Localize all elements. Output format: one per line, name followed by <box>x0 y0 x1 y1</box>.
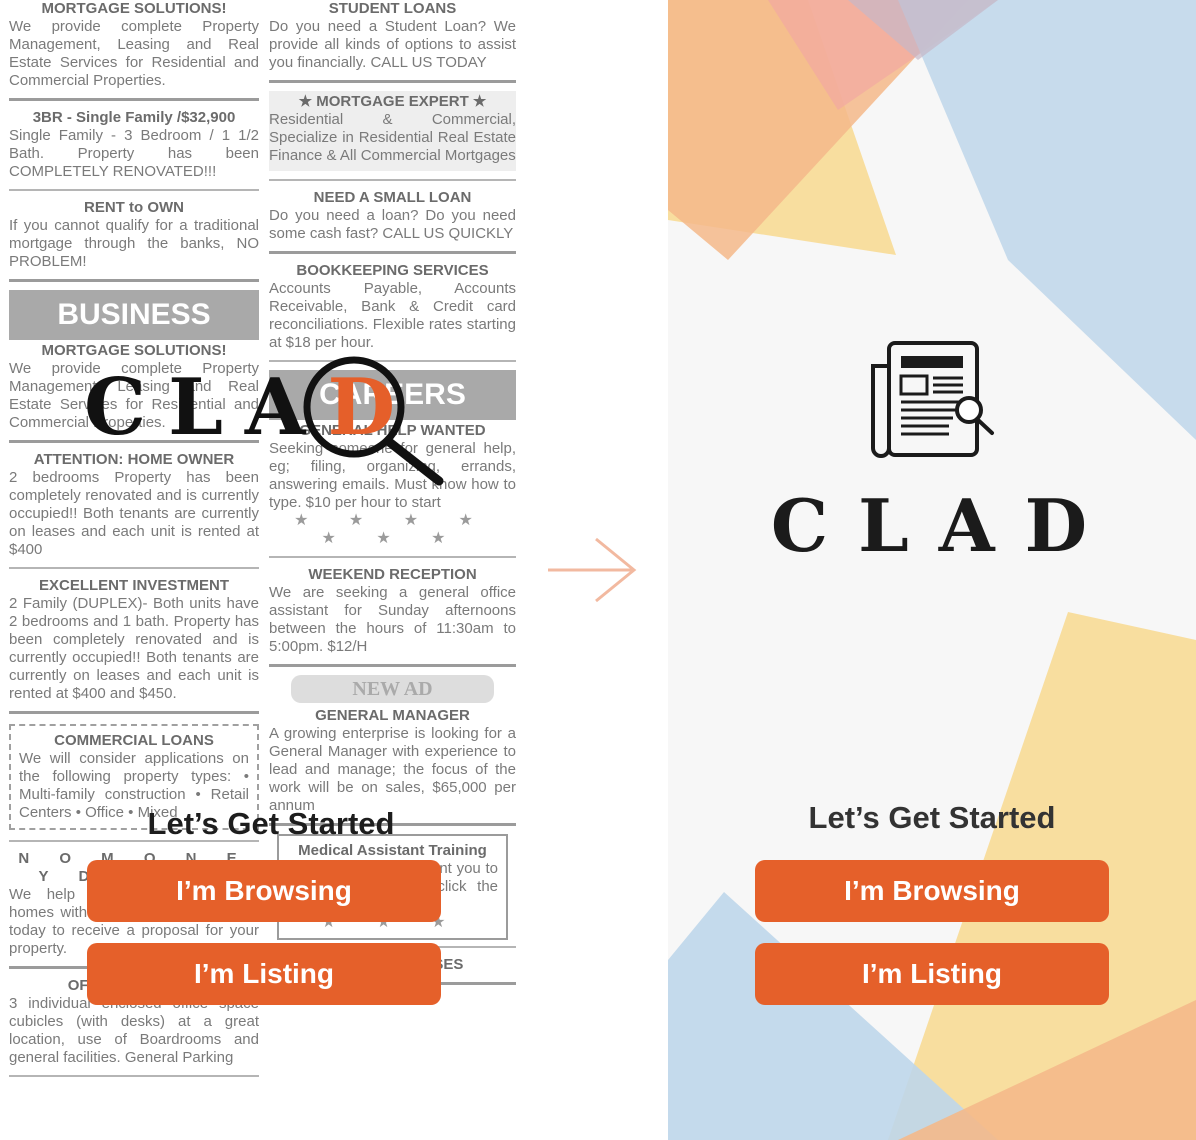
classified-ad: WEEKEND RECEPTION We are seeking a genera… <box>269 566 516 656</box>
ad-body: Residential & Commercial, Specialize in … <box>269 111 516 164</box>
ad-heading: WEEKEND RECEPTION <box>308 566 477 583</box>
ad-heading: BOOKKEEPING SERVICES <box>296 262 489 279</box>
ad-body: 2 Family (DUPLEX)- Both units have 2 bed… <box>9 595 259 702</box>
ad-body: 3 individual enclosed office space cubic… <box>9 995 259 1066</box>
divider <box>9 98 259 101</box>
divider <box>269 556 516 558</box>
section-band: BUSINESS <box>9 290 259 340</box>
classified-ad: BOOKKEEPING SERVICES Accounts Payable, Ac… <box>269 262 516 352</box>
newspaper-left-column: MORTGAGE SOLUTIONS! We provide complete P… <box>9 0 259 1085</box>
ad-heading: MORTGAGE SOLUTIONS! <box>41 0 227 17</box>
screen-geometric-version: CLAD Let’s Get Started I’m Browsing I’m … <box>668 0 1196 1140</box>
classified-ad: NEED A SMALL LOAN Do you need a loan? Do … <box>269 189 516 243</box>
newspaper-search-icon <box>871 341 994 458</box>
clad-logo: CLAD <box>84 345 464 495</box>
divider <box>9 279 259 282</box>
arrow-right-icon <box>548 537 637 603</box>
ad-body: A growing enterprise is looking for a Ge… <box>269 725 516 814</box>
divider <box>269 179 516 181</box>
divider <box>9 567 259 569</box>
classified-ad: ★ MORTGAGE EXPERT ★ Residential & Commerc… <box>269 91 516 171</box>
classified-ad: MORTGAGE SOLUTIONS! We provide complete P… <box>9 0 259 90</box>
star-rating: ★ ★ ★ ★ ★ ★ ★ <box>294 512 491 547</box>
listing-button[interactable]: I’m Listing <box>755 943 1109 1005</box>
ad-heading: STUDENT LOANS <box>328 0 457 17</box>
new-ad-badge: NEW AD <box>291 675 494 703</box>
ad-body: Accounts Payable, Accounts Receivable, B… <box>269 280 516 351</box>
divider <box>269 80 516 83</box>
browsing-button[interactable]: I’m Browsing <box>755 860 1109 922</box>
classified-ad: EXCELLENT INVESTMENT 2 Family (DUPLEX)- B… <box>9 577 259 703</box>
classified-ad: 3BR - Single Family /$32,900 Single Famil… <box>9 109 259 181</box>
screen-newspaper-version: MORTGAGE SOLUTIONS! We provide complete P… <box>0 0 528 1140</box>
ad-body: We are seeking a general office assistan… <box>269 584 516 655</box>
divider <box>269 664 516 667</box>
ad-heading: Medical Assistant Training <box>298 842 487 859</box>
browsing-button[interactable]: I’m Browsing <box>87 860 441 922</box>
ad-body: Do you need a Student Loan? We provide a… <box>269 18 516 71</box>
ad-body: If you cannot qualify for a traditional … <box>9 217 259 270</box>
newspaper-right-column: STUDENT LOANS Do you need a Student Loan?… <box>269 0 516 993</box>
brand-wordmark: CLAD <box>770 483 1118 568</box>
logo-text: CLA <box>84 362 328 453</box>
ad-heading: GENERAL MANAGER <box>315 707 470 724</box>
ad-heading: 3BR - Single Family /$32,900 <box>32 109 236 126</box>
ad-body: Single Family - 3 Bedroom / 1 1/2 Bath. … <box>9 127 259 180</box>
classified-ad: GENERAL MANAGER A growing enterprise is l… <box>269 707 516 815</box>
ad-body: We provide complete Property Management,… <box>9 18 259 89</box>
get-started-title: Let’s Get Started <box>147 806 395 841</box>
ad-heading: NEED A SMALL LOAN <box>313 189 472 206</box>
divider <box>9 1075 259 1077</box>
divider <box>9 711 259 714</box>
divider <box>269 251 516 254</box>
divider <box>9 189 259 191</box>
get-started-title: Let’s Get Started <box>808 800 1056 835</box>
ad-heading: COMMERCIAL LOANS <box>54 732 214 749</box>
ad-heading: ★ MORTGAGE EXPERT ★ <box>298 93 487 110</box>
ad-heading: EXCELLENT INVESTMENT <box>38 577 229 594</box>
classified-ad: RENT to OWN If you cannot qualify for a t… <box>9 199 259 271</box>
ad-body: Do you need a loan? Do you need some cas… <box>269 207 516 242</box>
classified-ad: STUDENT LOANS Do you need a Student Loan?… <box>269 0 516 72</box>
ad-heading: RENT to OWN <box>84 199 184 216</box>
magnifier-icon <box>303 356 444 486</box>
listing-button[interactable]: I’m Listing <box>87 943 441 1005</box>
